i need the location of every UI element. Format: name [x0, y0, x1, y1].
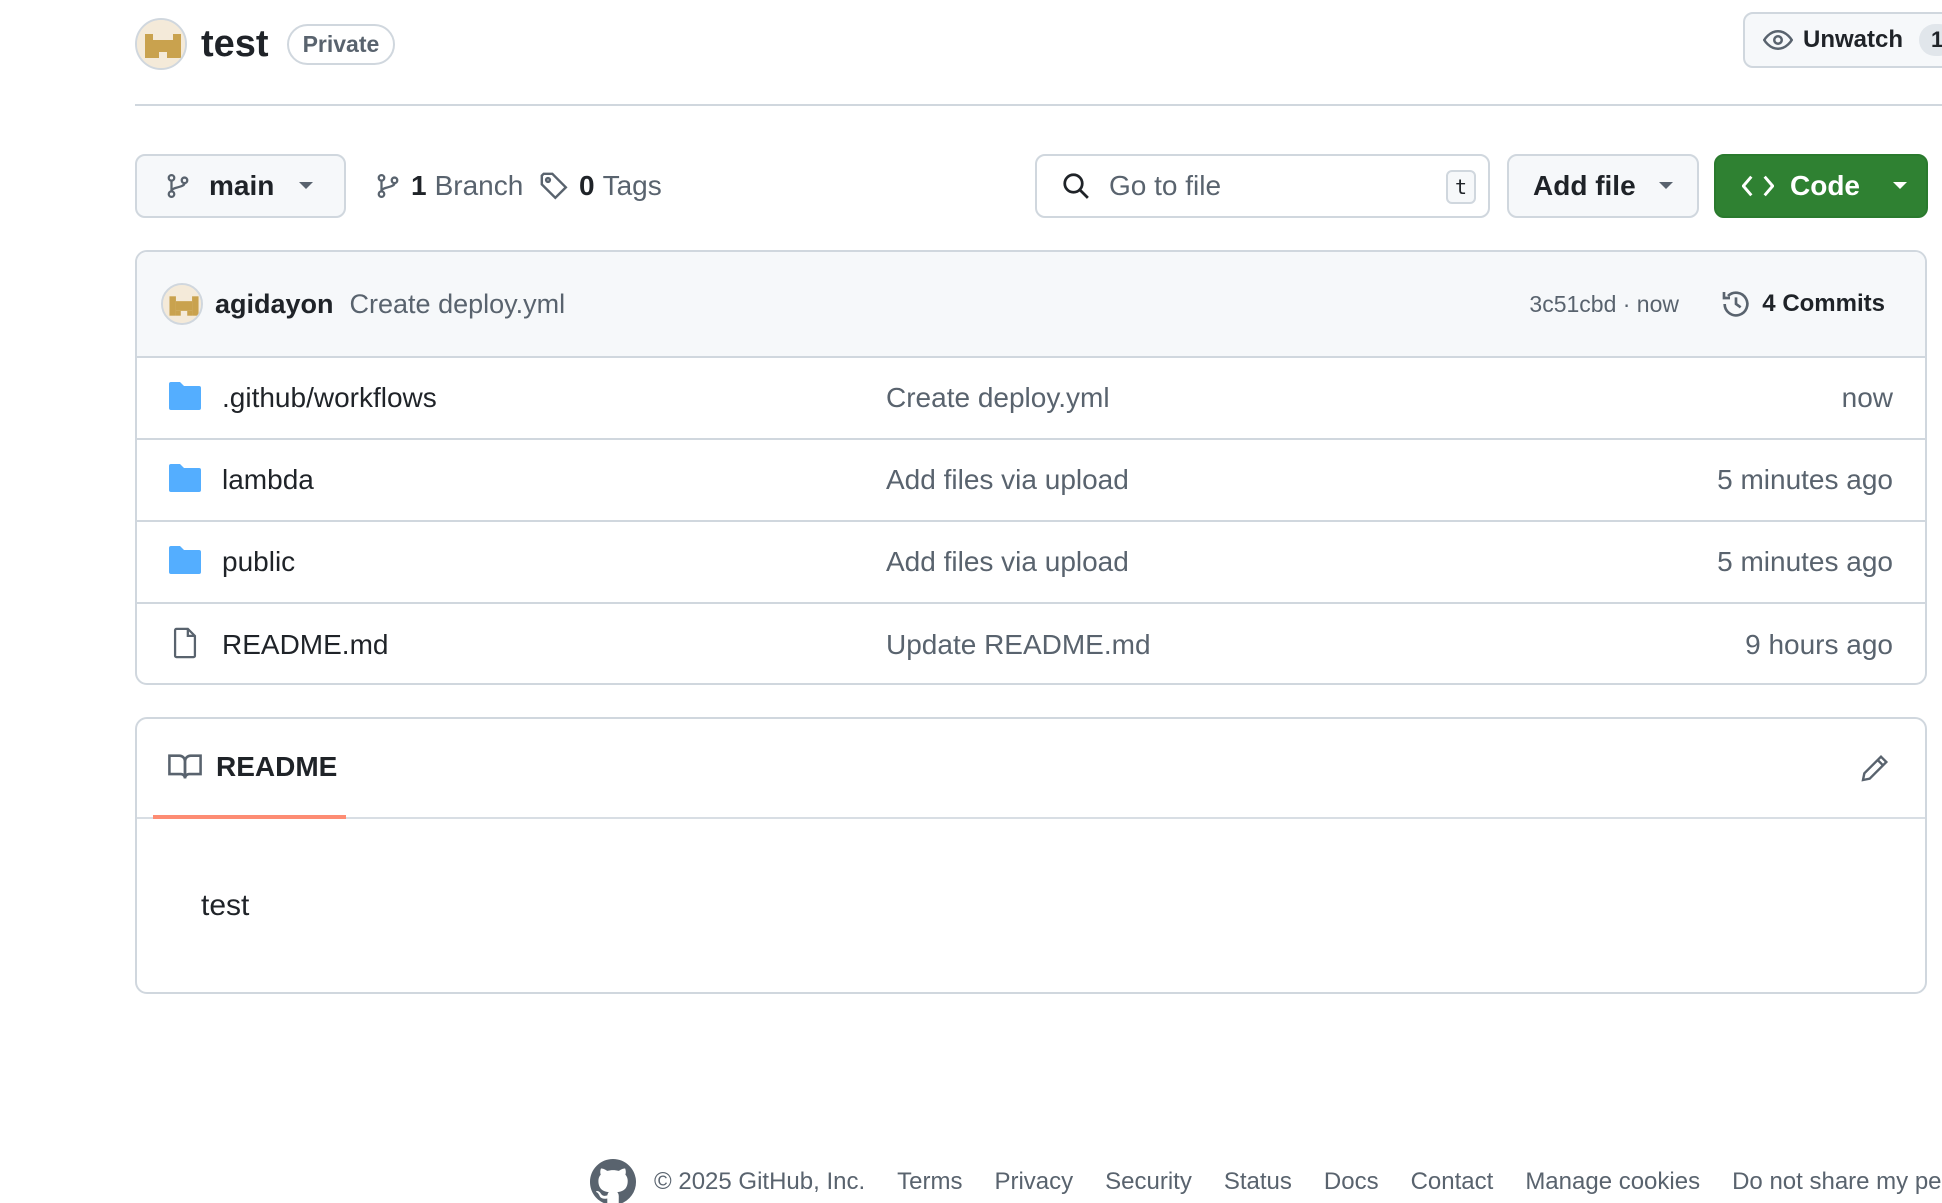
chevron-down-icon: [298, 181, 314, 191]
latest-commit-bar: agidayon Create deploy.yml 3c51cbd · now…: [137, 252, 1925, 358]
file-commit-message[interactable]: Update README.md: [886, 629, 1151, 661]
commit-message[interactable]: Create deploy.yml: [350, 289, 566, 320]
commit-author[interactable]: agidayon: [215, 289, 334, 320]
commits-label: 4 Commits: [1762, 290, 1885, 317]
file-name[interactable]: lambda: [222, 464, 314, 496]
git-branch-icon: [375, 171, 401, 201]
unwatch-label: Unwatch: [1803, 26, 1904, 53]
book-icon: [168, 752, 202, 782]
branch-name: main: [209, 170, 275, 201]
file-name[interactable]: .github/workflows: [222, 382, 437, 414]
search-icon: [1061, 171, 1091, 201]
chevron-down-icon: [1658, 181, 1674, 191]
code-icon: [1742, 173, 1774, 199]
footer-link-do-not-share[interactable]: Do not share my perso: [1732, 1168, 1942, 1196]
branch-count: 1: [411, 170, 427, 201]
tab-readme[interactable]: README: [153, 719, 346, 819]
owner-avatar[interactable]: [135, 18, 187, 70]
file-commit-message[interactable]: Add files via upload: [886, 464, 1129, 496]
github-mark-icon[interactable]: [590, 1159, 636, 1203]
history-icon: [1720, 288, 1752, 320]
file-commit-message[interactable]: Add files via upload: [886, 546, 1129, 578]
footer-link-security[interactable]: Security: [1105, 1168, 1192, 1196]
tag-label: Tags: [602, 170, 662, 201]
eye-icon: [1763, 25, 1793, 55]
chevron-down-icon: [1892, 181, 1908, 191]
table-row[interactable]: lambda Add files via upload 5 minutes ag…: [137, 440, 1925, 522]
branch-label: Branch: [434, 170, 524, 201]
footer-link-status[interactable]: Status: [1224, 1168, 1292, 1196]
code-label: Code: [1790, 170, 1860, 201]
file-commit-time: 9 hours ago: [1745, 629, 1893, 660]
git-branch-icon: [165, 171, 191, 201]
file-table: agidayon Create deploy.yml 3c51cbd · now…: [135, 250, 1927, 685]
table-row[interactable]: public Add files via upload 5 minutes ag…: [137, 522, 1925, 604]
repo-toolbar: main 1 Branch 0 Tags Go to file t Add fi…: [135, 154, 1928, 220]
file-name[interactable]: public: [222, 546, 295, 578]
table-row[interactable]: .github/workflows Create deploy.yml now: [137, 358, 1925, 440]
file-name[interactable]: README.md: [222, 629, 388, 661]
readme-panel: README test: [135, 717, 1927, 994]
keyboard-shortcut-hint: t: [1446, 170, 1476, 204]
watch-count: 1: [1919, 24, 1942, 56]
author-avatar[interactable]: [161, 283, 203, 325]
footer-link-terms[interactable]: Terms: [897, 1168, 962, 1196]
code-button[interactable]: Code: [1714, 154, 1928, 218]
search-placeholder: Go to file: [1109, 170, 1222, 201]
readme-tab-label: README: [216, 751, 338, 782]
add-file-label: Add file: [1533, 170, 1636, 201]
footer-link-contact[interactable]: Contact: [1411, 1168, 1494, 1196]
readme-content: test: [201, 889, 250, 922]
folder-icon: [167, 380, 203, 412]
footer-link-privacy[interactable]: Privacy: [994, 1168, 1073, 1196]
folder-icon: [167, 462, 203, 494]
file-commit-message[interactable]: Create deploy.yml: [886, 382, 1110, 414]
tag-count: 0: [579, 170, 595, 201]
tag-icon: [539, 171, 569, 201]
footer-link-docs[interactable]: Docs: [1324, 1168, 1379, 1196]
tags-link[interactable]: 0 Tags: [539, 154, 662, 218]
file-commit-time: 5 minutes ago: [1717, 464, 1893, 495]
footer-link-manage-cookies[interactable]: Manage cookies: [1525, 1168, 1700, 1196]
file-commit-time: now: [1841, 382, 1893, 413]
page-footer: © 2025 GitHub, Inc. Terms Privacy Securi…: [590, 1159, 1942, 1203]
pencil-icon[interactable]: [1859, 752, 1891, 784]
readme-header: README: [137, 719, 1925, 819]
folder-icon: [167, 544, 203, 576]
file-icon: [167, 626, 203, 660]
file-commit-time: 5 minutes ago: [1717, 546, 1893, 577]
go-to-file-input[interactable]: Go to file t: [1035, 154, 1490, 218]
commit-hash-time[interactable]: 3c51cbd · now: [1529, 291, 1679, 318]
unwatch-button[interactable]: Unwatch 1: [1743, 12, 1942, 68]
copyright-text: © 2025 GitHub, Inc.: [654, 1168, 866, 1195]
repo-name[interactable]: test: [201, 23, 269, 66]
header-divider: [135, 104, 1942, 106]
commits-history-link[interactable]: 4 Commits: [1720, 288, 1885, 320]
add-file-button[interactable]: Add file: [1507, 154, 1699, 218]
table-row[interactable]: README.md Update README.md 9 hours ago: [137, 604, 1925, 683]
repo-header: test Private: [135, 14, 396, 74]
branches-link[interactable]: 1 Branch: [375, 154, 523, 218]
branch-select-button[interactable]: main: [135, 154, 346, 218]
visibility-badge: Private: [286, 23, 396, 65]
